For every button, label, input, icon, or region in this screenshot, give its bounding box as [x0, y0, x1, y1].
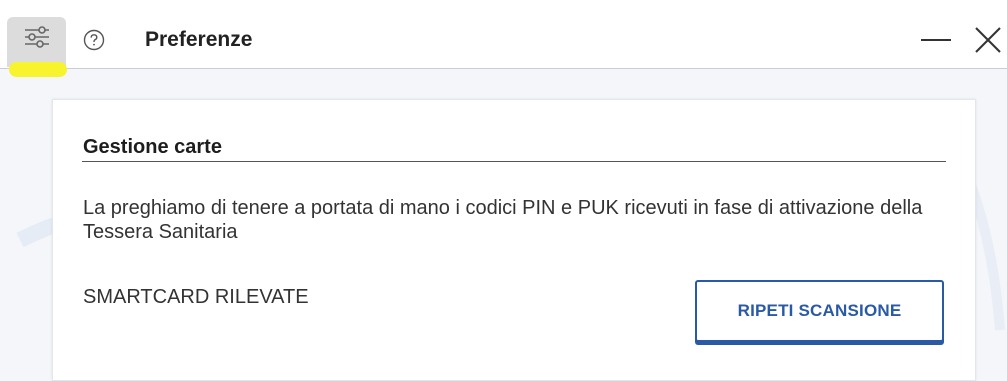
- window-title: Preferenze: [145, 28, 253, 51]
- close-icon[interactable]: [972, 24, 1004, 56]
- card-management-panel: Gestione carte La preghiamo di tenere a …: [52, 99, 976, 381]
- section-title: Gestione carte: [83, 136, 222, 158]
- title-bar: Preferenze: [0, 0, 1007, 77]
- instruction-text: La preghiamo di tenere a portata di mano…: [83, 197, 923, 243]
- rescan-button[interactable]: RIPETI SCANSIONE: [695, 280, 944, 342]
- yellow-highlight-mark: [9, 62, 67, 77]
- detected-smartcards-label: SMARTCARD RILEVATE: [83, 286, 309, 308]
- section-divider: [82, 161, 946, 162]
- sliders-icon: [24, 26, 49, 48]
- minimize-icon[interactable]: [919, 25, 953, 55]
- help-circle-icon[interactable]: [83, 29, 105, 51]
- settings-button[interactable]: [7, 17, 66, 67]
